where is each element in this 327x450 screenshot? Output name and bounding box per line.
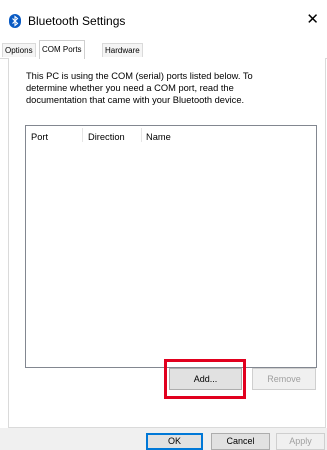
column-divider[interactable] xyxy=(141,128,142,142)
bluetooth-icon xyxy=(9,14,21,28)
title-bar: Bluetooth Settings ✕ xyxy=(0,0,327,38)
column-divider[interactable] xyxy=(82,128,83,142)
cancel-button[interactable]: Cancel xyxy=(211,433,270,450)
apply-button[interactable]: Apply xyxy=(276,433,325,450)
com-ports-description: This PC is using the COM (serial) ports … xyxy=(26,71,253,105)
column-header-direction[interactable]: Direction xyxy=(88,132,125,142)
ok-button[interactable]: OK xyxy=(146,433,203,450)
tab-com-ports[interactable]: COM Ports xyxy=(39,40,85,59)
tab-hardware[interactable]: Hardware xyxy=(102,43,143,57)
window-title: Bluetooth Settings xyxy=(28,14,126,28)
close-icon[interactable]: ✕ xyxy=(306,11,319,28)
com-ports-list[interactable]: Port Direction Name xyxy=(25,125,317,368)
highlight-box xyxy=(164,359,246,399)
column-header-name[interactable]: Name xyxy=(146,132,171,142)
remove-button[interactable]: Remove xyxy=(252,368,316,390)
tab-options[interactable]: Options xyxy=(2,43,36,57)
column-header-port[interactable]: Port xyxy=(31,132,48,142)
